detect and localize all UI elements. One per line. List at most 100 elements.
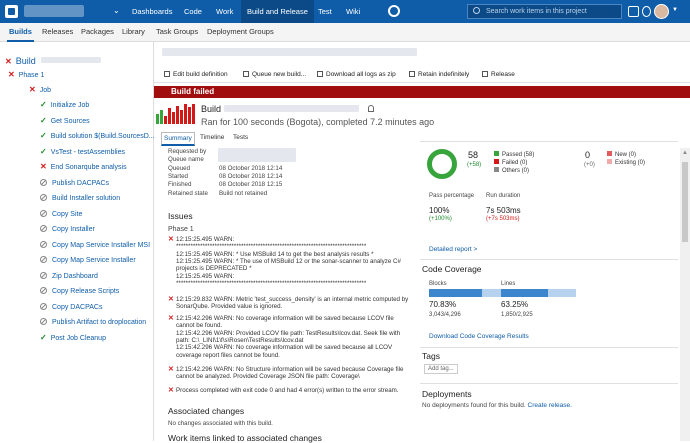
associated-changes-text: No changes associated with this build. <box>168 420 273 427</box>
error-icon: ✕ <box>168 315 174 322</box>
download-logs-button[interactable]: Download all logs as zip <box>317 70 396 78</box>
build-history-chart[interactable] <box>156 104 196 124</box>
existing-swatch <box>607 159 612 164</box>
test-results-donut[interactable] <box>427 149 457 179</box>
associated-changes-title: Associated changes <box>168 406 245 416</box>
release-icon <box>482 71 488 77</box>
sidebar-item-job[interactable]: ✕ Job <box>29 85 51 94</box>
sidebar-step-label: Post Job Cleanup <box>50 334 106 342</box>
chevron-down-icon[interactable]: ▼ <box>672 7 678 13</box>
history-bar[interactable] <box>176 106 179 124</box>
download-label: Download all logs as zip <box>326 71 396 78</box>
release-button[interactable]: Release <box>482 70 515 78</box>
retain-indefinitely-button[interactable]: Retain indefinitely <box>409 70 469 78</box>
legend-others-label: Others (0) <box>502 168 530 174</box>
sidebar-item-label: Build <box>15 56 36 66</box>
sidebar-step-item[interactable]: Publish Artifact to droplocation <box>40 317 146 326</box>
organization-name[interactable] <box>24 5 84 17</box>
search-input[interactable]: Search work items in this project <box>467 4 622 19</box>
detailed-report-link[interactable]: Detailed report > <box>429 246 477 253</box>
chevron-down-icon[interactable]: ⌄ <box>113 6 120 15</box>
tab-timeline[interactable]: Timeline <box>200 134 224 141</box>
check-icon: ✓ <box>40 100 47 109</box>
build-title-text: Build <box>201 104 222 114</box>
run-duration-value: 7s 503ms <box>486 206 521 215</box>
vsts-logo-icon[interactable] <box>5 5 18 18</box>
tags-title: Tags <box>422 351 440 361</box>
nav-wiki[interactable]: Wiki <box>340 0 366 23</box>
sidebar-step-item[interactable]: Copy Site <box>40 209 82 218</box>
history-bar[interactable] <box>168 108 171 124</box>
sidebar-step-label: Publish DACPACs <box>52 179 110 187</box>
issue-log-line: coverage report files cannot be found. <box>176 351 280 359</box>
history-bar[interactable] <box>188 107 191 124</box>
settings-gear-icon[interactable] <box>388 5 400 17</box>
divider <box>420 259 678 260</box>
tab-task-groups[interactable]: Task Groups <box>156 27 198 36</box>
sidebar-item-build[interactable]: ✕ Build <box>5 56 102 66</box>
edit-build-definition-button[interactable]: Edit build definition <box>164 70 228 78</box>
add-tag-button[interactable]: Add tag... <box>424 364 458 374</box>
skipped-icon <box>40 225 47 232</box>
history-bar[interactable] <box>156 114 159 124</box>
scrollbar-thumb[interactable] <box>682 162 688 242</box>
sidebar-step-item[interactable]: Copy Map Service Installer MSI <box>40 240 150 249</box>
run-duration-label: Run duration <box>486 193 521 199</box>
detail-label: Retained state <box>168 189 208 197</box>
nav-code[interactable]: Code <box>178 0 208 23</box>
history-bar[interactable] <box>180 110 183 124</box>
sidebar-item-label: Phase 1 <box>18 72 45 79</box>
search-icon <box>473 7 480 14</box>
avatar[interactable] <box>654 4 669 19</box>
sidebar-step-item[interactable]: Build Installer solution <box>40 193 120 202</box>
tab-packages[interactable]: Packages <box>81 27 114 36</box>
history-bar[interactable] <box>184 104 187 124</box>
scrollbar[interactable]: ▲ <box>680 148 690 441</box>
sidebar-step-item[interactable]: ✓ Get Sources <box>40 116 90 125</box>
check-icon: ✓ <box>40 146 47 156</box>
skipped-icon <box>40 209 47 217</box>
skipped-icon <box>40 271 47 279</box>
sidebar-step-item[interactable]: ✓ Initialize Job <box>40 100 89 109</box>
sidebar-step-item[interactable]: ✓ Post Job Cleanup <box>40 333 106 342</box>
download-coverage-link[interactable]: Download Code Coverage Results <box>429 333 529 340</box>
sidebar-step-label: Copy Map Service Installer <box>52 257 136 264</box>
sidebar-step-label: Zip Dashboard <box>52 272 98 280</box>
nav-dashboards[interactable]: Dashboards <box>126 0 178 23</box>
history-bar[interactable] <box>160 110 163 124</box>
tab-library[interactable]: Library <box>122 27 145 36</box>
help-icon[interactable] <box>642 6 651 17</box>
sidebar-step-item[interactable]: ✓ VsTest - testAssemblies <box>40 147 125 156</box>
tab-releases[interactable]: Releases <box>42 27 73 36</box>
sidebar-step-item[interactable]: Publish DACPACs <box>40 178 109 187</box>
sidebar-step-label: End Sonarqube analysis <box>50 164 127 171</box>
history-bar[interactable] <box>192 104 195 124</box>
notifications-icon[interactable] <box>628 6 639 17</box>
sidebar-step-item[interactable]: Copy Release Scripts <box>40 286 119 295</box>
check-icon: ✓ <box>40 131 47 140</box>
sidebar-step-item[interactable]: Zip Dashboard <box>40 271 98 280</box>
detail-label: Finished <box>168 181 192 189</box>
sidebar-step-item[interactable]: Copy DACPACs <box>40 302 102 311</box>
sidebar-step-item[interactable]: Copy Installer <box>40 224 95 233</box>
scroll-up-icon[interactable]: ▲ <box>682 150 688 156</box>
nav-test[interactable]: Test <box>312 0 338 23</box>
lines-label: Lines <box>501 281 516 287</box>
sidebar-step-item[interactable]: ✓ Build solution $(Build.SourcesD... <box>40 131 155 140</box>
tab-builds[interactable]: Builds <box>7 27 34 42</box>
sidebar-step-item[interactable]: ✕ End Sonarqube analysis <box>40 162 127 171</box>
nav-build-and-release[interactable]: Build and Release <box>241 0 314 23</box>
sidebar-item-phase[interactable]: ✕ Phase 1 <box>8 70 44 79</box>
sidebar-step-label: Build Installer solution <box>52 195 121 202</box>
tab-tests[interactable]: Tests <box>233 134 248 141</box>
history-bar[interactable] <box>164 116 167 124</box>
history-bar[interactable] <box>172 112 175 124</box>
deployments-text: No deployments found for this build. Cre… <box>422 402 572 409</box>
nav-work[interactable]: Work <box>210 0 239 23</box>
create-release-link[interactable]: Create release. <box>528 402 572 409</box>
sidebar-step-item[interactable]: Copy Map Service Installer <box>40 255 136 264</box>
tab-deployment-groups[interactable]: Deployment Groups <box>207 27 274 36</box>
deployments-title: Deployments <box>422 389 472 399</box>
queue-new-build-button[interactable]: Queue new build... <box>243 70 306 78</box>
tab-summary[interactable]: Summary <box>161 132 195 146</box>
